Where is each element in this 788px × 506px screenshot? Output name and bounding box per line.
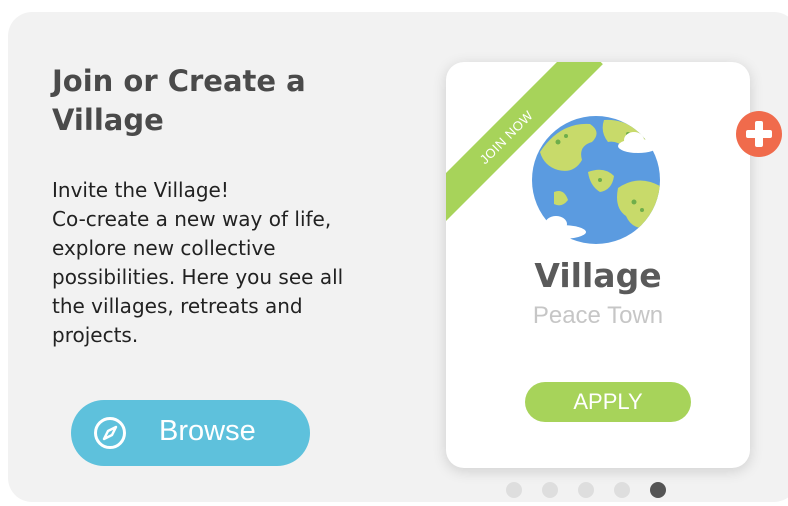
pagination-dots	[506, 482, 666, 498]
village-subtitle: Peace Town	[532, 302, 664, 329]
plus-icon	[746, 121, 772, 147]
apply-button[interactable]: APPLY	[525, 382, 691, 422]
page-title: Join or Create a Village	[52, 64, 306, 137]
pagination-dot-4[interactable]	[614, 482, 630, 498]
pagination-dot-2[interactable]	[542, 482, 558, 498]
ribbon-label: JOIN NOW	[476, 107, 536, 167]
pagination-dot-1[interactable]	[506, 482, 522, 498]
village-card[interactable]: JOIN NOW Village Peace Town APPLY	[446, 62, 750, 468]
browse-button[interactable]: Browse	[71, 400, 310, 466]
pagination-dot-5[interactable]	[650, 482, 666, 498]
add-village-button[interactable]	[736, 111, 782, 157]
globe-icon	[532, 116, 660, 244]
pagination-dot-3[interactable]	[578, 482, 594, 498]
compass-icon	[94, 417, 126, 449]
village-name: Village	[534, 256, 662, 295]
description-text: Invite the Village! Co-create a new way …	[52, 178, 344, 347]
browse-label: Browse	[159, 415, 256, 447]
